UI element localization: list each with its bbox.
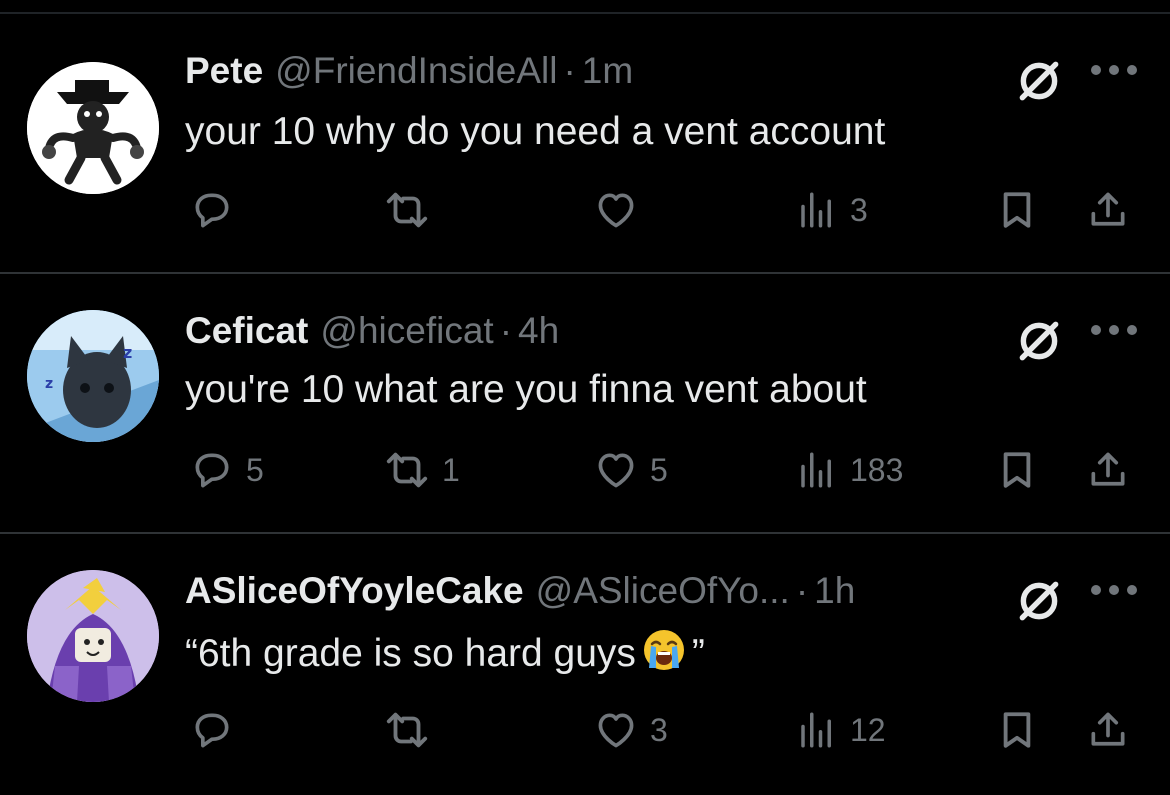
bookmark-icon — [996, 709, 1038, 751]
display-name[interactable]: Pete — [185, 50, 263, 92]
like-button[interactable] — [594, 180, 650, 240]
like-icon — [594, 188, 638, 232]
tweet-text: you're 10 what are you finna vent about — [185, 368, 867, 411]
share-icon — [1086, 188, 1130, 232]
mute-icon[interactable] — [1014, 56, 1064, 106]
avatar-character-image — [27, 570, 159, 702]
svg-text:z: z — [45, 376, 53, 392]
bookmark-button[interactable] — [996, 700, 1038, 760]
reply-button[interactable]: 5 — [190, 440, 264, 500]
like-icon — [594, 448, 638, 492]
avatar[interactable] — [27, 62, 159, 194]
retweet-button[interactable]: 1 — [384, 440, 460, 500]
reply-count: 5 — [246, 451, 264, 488]
tweet-reply-3[interactable]: ASliceOfYoyleCake @ASliceOfYo... · 1h “6… — [0, 534, 1170, 794]
tweet-text-closing-quote: ” — [691, 632, 705, 675]
more-icon[interactable] — [1090, 323, 1138, 337]
separator-dot: · — [795, 570, 809, 611]
bookmark-icon — [996, 449, 1038, 491]
timestamp[interactable]: 1h — [814, 570, 855, 612]
more-icon[interactable] — [1090, 583, 1138, 597]
timestamp[interactable]: 4h — [518, 310, 559, 352]
mute-icon[interactable] — [1014, 576, 1064, 626]
timestamp[interactable]: 1m — [582, 50, 633, 92]
views-button[interactable]: 183 — [796, 440, 903, 500]
reply-icon — [190, 448, 234, 492]
retweet-icon — [384, 447, 430, 493]
tweet-header: Pete @FriendInsideAll · 1m — [185, 50, 633, 94]
avatar-cat-image: z z — [27, 310, 159, 442]
reply-button[interactable] — [190, 700, 246, 760]
avatar-cartoon-image — [27, 62, 159, 194]
view-count: 12 — [850, 711, 886, 748]
svg-text:z: z — [123, 343, 132, 362]
like-button[interactable]: 3 — [594, 700, 668, 760]
share-button[interactable] — [1086, 440, 1130, 500]
user-handle[interactable]: @FriendInsideAll — [275, 50, 557, 92]
tweet-reply-2[interactable]: z z Ceficat @hiceficat · 4h you're 10 wh… — [0, 274, 1170, 534]
views-icon — [796, 189, 838, 231]
action-bar: 3 — [0, 180, 1170, 240]
share-icon — [1086, 448, 1130, 492]
share-button[interactable] — [1086, 700, 1130, 760]
bookmark-button[interactable] — [996, 440, 1038, 500]
tweet-text-main: “6th grade is so hard guys — [185, 632, 636, 675]
reply-icon — [190, 188, 234, 232]
mute-icon[interactable] — [1014, 316, 1064, 366]
like-icon — [594, 708, 638, 752]
like-button[interactable]: 5 — [594, 440, 668, 500]
loudly-crying-face-emoji — [643, 630, 684, 670]
retweet-button[interactable] — [384, 180, 442, 240]
view-count: 183 — [850, 451, 904, 488]
separator-dot: · — [563, 50, 576, 91]
views-button[interactable]: 3 — [796, 180, 868, 240]
tweet-text: your 10 why do you need a vent account — [185, 110, 886, 153]
share-button[interactable] — [1086, 180, 1130, 240]
tweet-header: Ceficat @hiceficat · 4h — [185, 310, 559, 354]
tweet-text: “6th grade is so hard guys ” — [185, 628, 705, 676]
display-name[interactable]: ASliceOfYoyleCake — [185, 570, 524, 612]
avatar[interactable]: z z — [27, 310, 159, 442]
view-count: 3 — [850, 191, 868, 228]
views-button[interactable]: 12 — [796, 700, 886, 760]
share-icon — [1086, 708, 1130, 752]
more-icon[interactable] — [1090, 63, 1138, 77]
tweet-reply-1[interactable]: Pete @FriendInsideAll · 1m your 10 why d… — [0, 14, 1170, 274]
action-bar: 5 1 5 183 — [0, 440, 1170, 500]
bookmark-icon — [996, 189, 1038, 231]
tweet-header: ASliceOfYoyleCake @ASliceOfYo... · 1h — [185, 570, 855, 614]
like-count: 3 — [650, 711, 668, 748]
retweet-icon — [384, 187, 430, 233]
retweet-button[interactable] — [384, 700, 442, 760]
display-name[interactable]: Ceficat — [185, 310, 308, 352]
views-icon — [796, 449, 838, 491]
user-handle[interactable]: @hiceficat — [320, 310, 493, 352]
bookmark-button[interactable] — [996, 180, 1038, 240]
action-bar: 3 12 — [0, 700, 1170, 760]
separator-dot: · — [499, 310, 513, 351]
retweet-count: 1 — [442, 451, 460, 488]
like-count: 5 — [650, 451, 668, 488]
reply-icon — [190, 708, 234, 752]
reply-button[interactable] — [190, 180, 246, 240]
retweet-icon — [384, 707, 430, 753]
user-handle[interactable]: @ASliceOfYo... — [536, 570, 790, 612]
views-icon — [796, 709, 838, 751]
avatar[interactable] — [27, 570, 159, 702]
